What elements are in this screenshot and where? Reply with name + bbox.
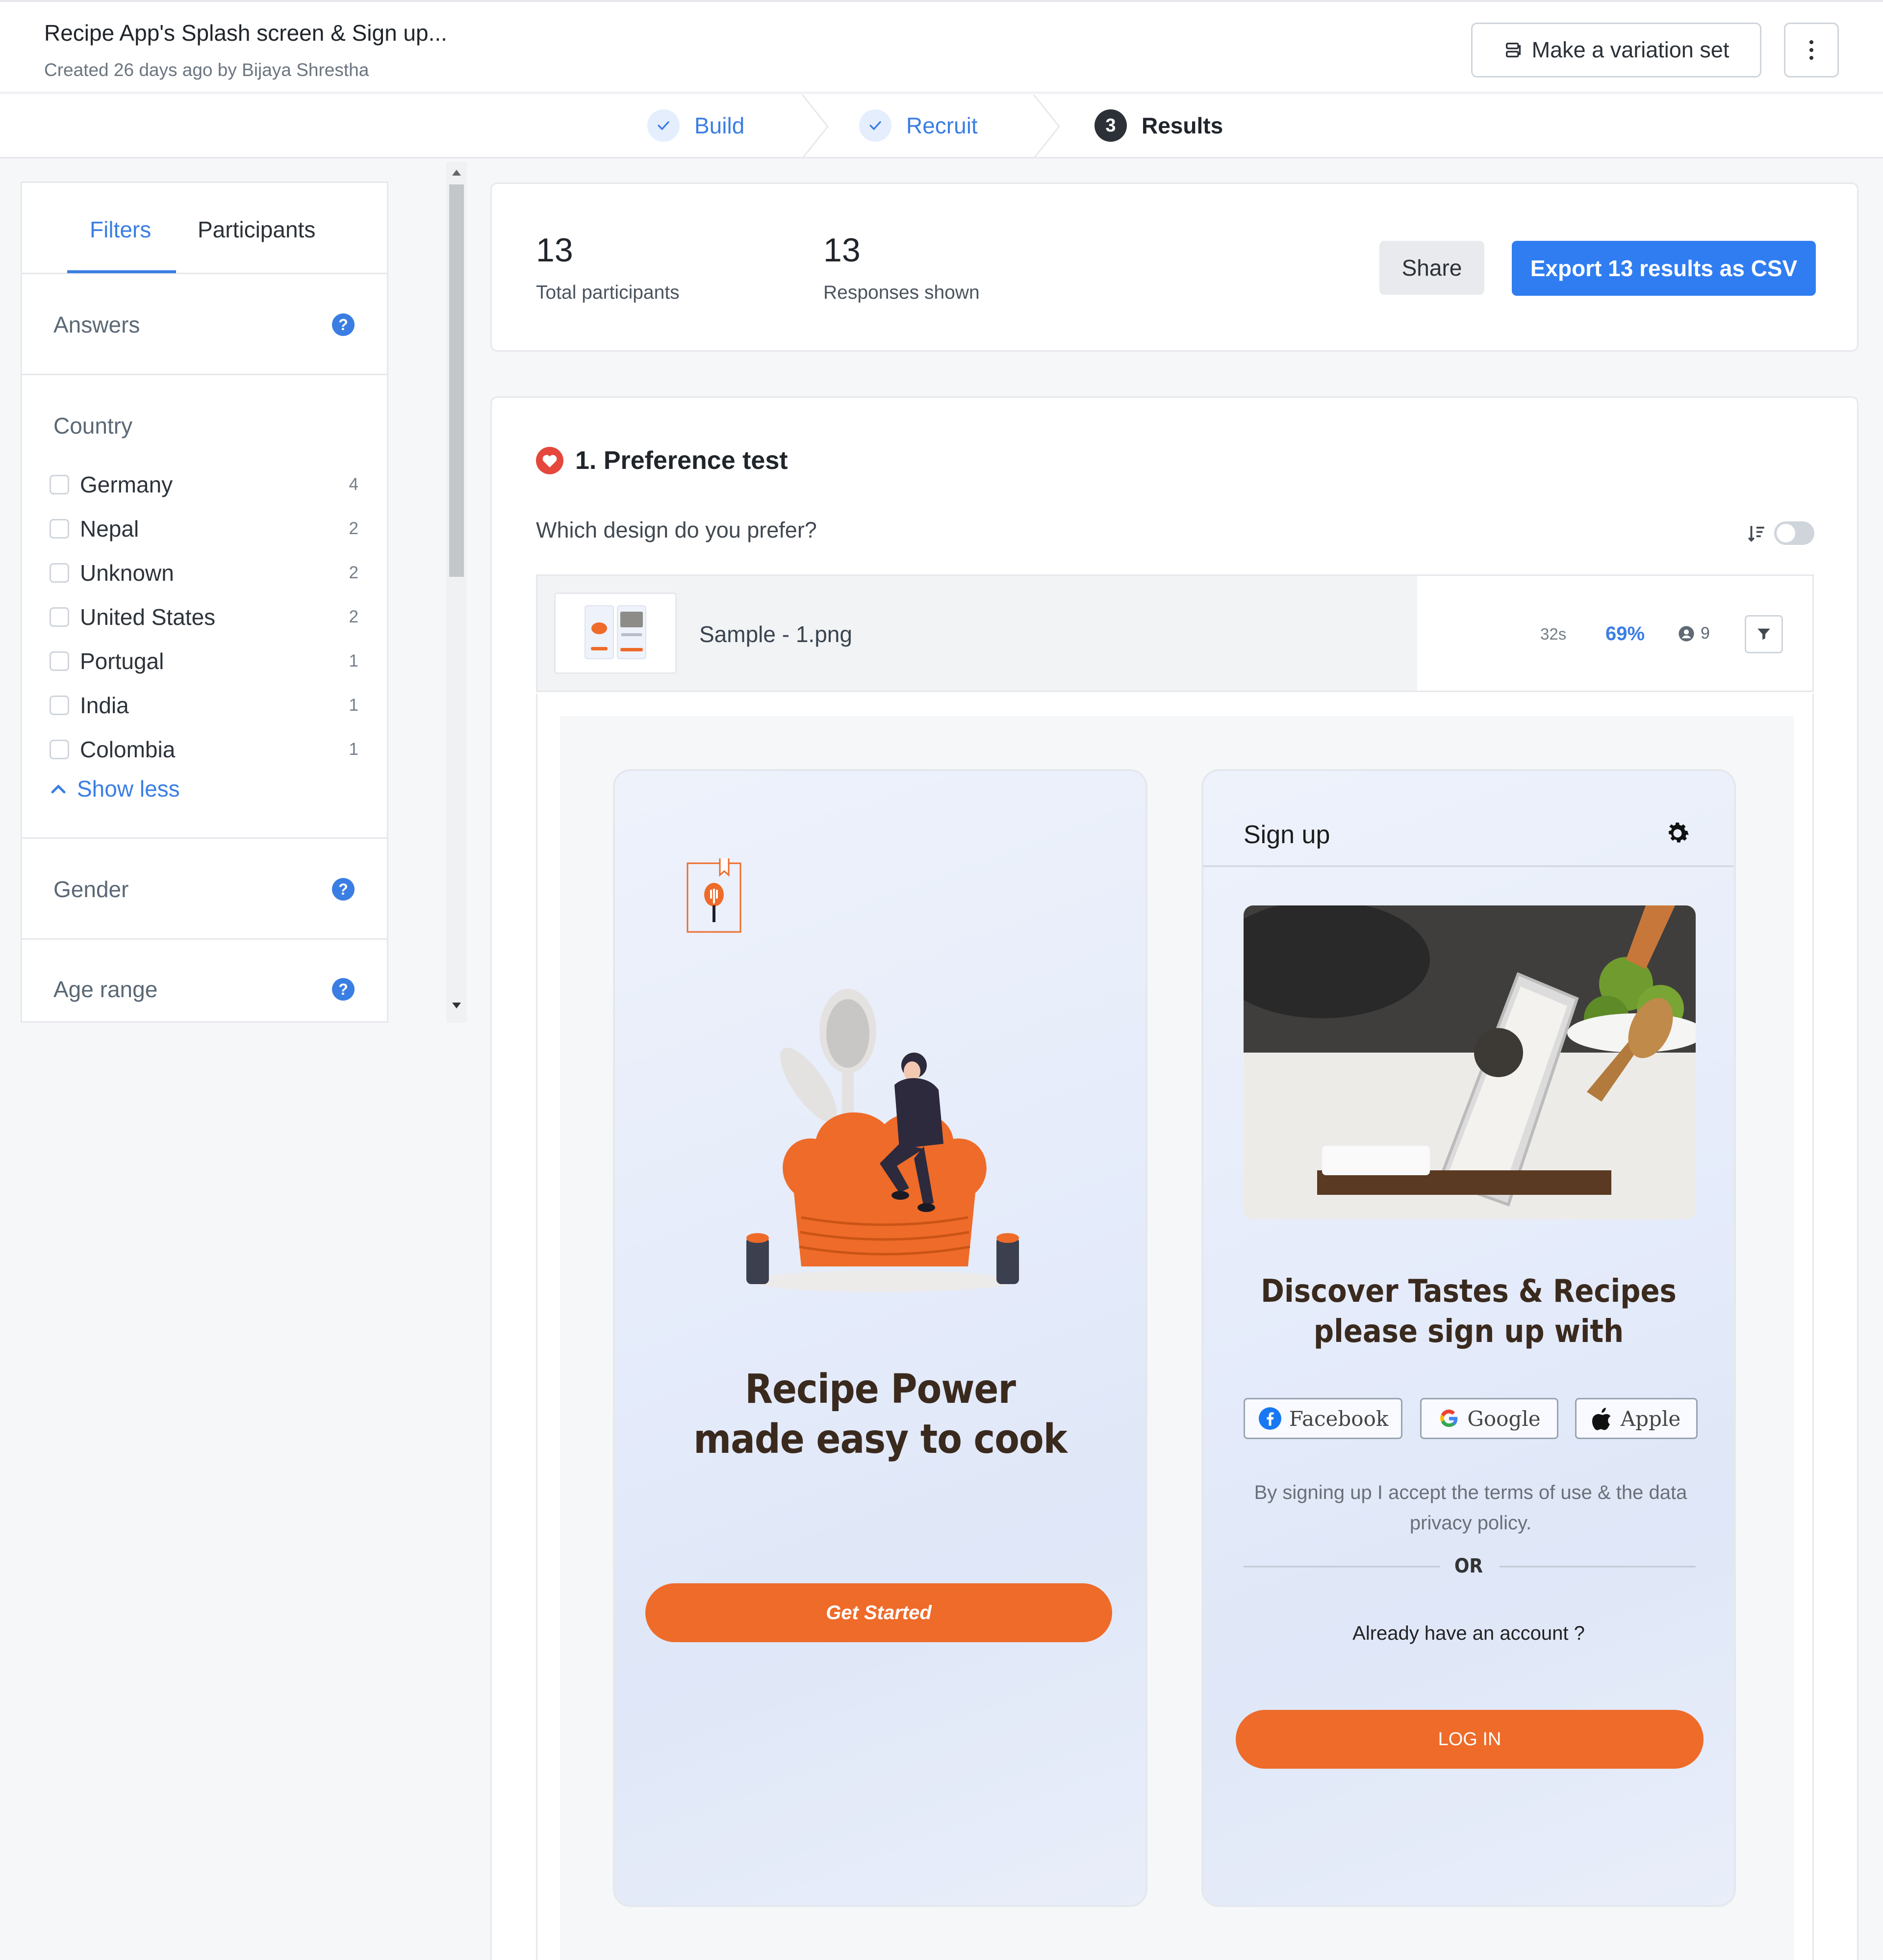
help-icon[interactable]: ? (332, 978, 355, 1001)
option-name: Sample - 1.png (699, 621, 852, 647)
checkbox[interactable] (50, 563, 69, 583)
country-option-germany[interactable]: Germany 4 (50, 467, 363, 502)
tab-filters[interactable]: Filters (90, 216, 151, 243)
variation-set-icon (1505, 43, 1521, 58)
step-separator-icon (1033, 95, 1060, 158)
signup-header-title: Sign up (1244, 821, 1330, 849)
heart-icon (536, 447, 563, 474)
help-icon[interactable]: ? (332, 313, 355, 336)
google-signup-button: Google (1420, 1398, 1558, 1439)
results-summary-card: 13 Total participants 13 Responses shown… (490, 182, 1858, 352)
scrollbar-thumb[interactable] (449, 184, 464, 577)
splash-screen-preview: Recipe Power made easy to cook Get Start… (613, 769, 1147, 1907)
kitchen-tablet-photo (1244, 905, 1696, 1219)
more-options-button[interactable] (1784, 23, 1839, 77)
filter-section-gender[interactable]: Gender ? (22, 839, 387, 940)
option-percentage: 69% (1605, 623, 1645, 645)
option-responses: 9 (1678, 624, 1710, 643)
question-prompt: Which design do you prefer? (536, 517, 817, 542)
step-separator-icon (801, 95, 829, 158)
total-participants-value: 13 (536, 232, 573, 269)
step-build[interactable]: Build (647, 109, 744, 142)
step-results[interactable]: 3 Results (1094, 109, 1223, 142)
or-label: OR (1454, 1555, 1483, 1577)
step-build-label: Build (694, 113, 745, 138)
recipe-logo-icon (687, 858, 741, 933)
login-button: LOG IN (1236, 1710, 1704, 1769)
results-stepper: Build Recruit 3 Results (0, 95, 1883, 158)
chevron-up-icon (51, 784, 66, 794)
checkbox[interactable] (50, 740, 69, 759)
export-csv-button[interactable]: Export 13 results as CSV (1512, 241, 1816, 296)
country-label: Country (53, 413, 133, 438)
checkbox[interactable] (50, 475, 69, 494)
facebook-icon (1258, 1407, 1281, 1430)
checkbox[interactable] (50, 607, 69, 627)
toggle-knob (1777, 524, 1795, 542)
option-result-row[interactable]: Sample - 1.png 32s 69% 9 (536, 574, 1814, 692)
signup-headline: Discover Tastes & Recipes please sign up… (1261, 1273, 1677, 1350)
filter-by-option-button[interactable] (1745, 615, 1783, 653)
gear-icon (1669, 823, 1689, 843)
total-participants-label: Total participants (536, 282, 680, 303)
get-started-button: Get Started (645, 1583, 1112, 1642)
checkbox[interactable] (50, 696, 69, 715)
facebook-signup-button: Facebook (1244, 1398, 1402, 1439)
step-number-badge: 3 (1094, 109, 1127, 142)
filter-section-age-range[interactable]: Age range ? (22, 940, 387, 1018)
user-icon (1679, 625, 1694, 642)
show-less-link[interactable]: Show less (51, 775, 180, 802)
project-title: Recipe App's Splash screen & Sign up... (44, 20, 447, 46)
answers-label: Answers (53, 312, 140, 337)
signup-header: Sign up (1203, 771, 1734, 867)
active-tab-indicator (67, 270, 176, 273)
signup-screen-preview: Sign up Discover Tastes & Recipes please… (1201, 769, 1736, 1907)
scroll-up-arrow-icon[interactable] (452, 169, 461, 176)
tab-participants[interactable]: Participants (198, 216, 315, 243)
kebab-menu-icon (1809, 40, 1813, 60)
country-option-nepal[interactable]: Nepal 2 (50, 512, 363, 546)
filter-panel: Filters Participants Answers ? Country G… (21, 181, 388, 1023)
make-variation-set-button[interactable]: Make a variation set (1471, 23, 1761, 77)
filter-section-country: Country Germany 4 Nepal 2 Unknown 2 United … (22, 375, 387, 839)
scroll-down-arrow-icon[interactable] (452, 1003, 461, 1009)
responses-shown-value: 13 (823, 232, 861, 269)
google-icon (1440, 1409, 1458, 1427)
step-recruit[interactable]: Recruit (859, 109, 978, 142)
country-option-india[interactable]: India 1 (50, 688, 363, 722)
filter-funnel-icon (1757, 628, 1770, 640)
sort-icon[interactable] (1746, 523, 1767, 544)
country-option-portugal[interactable]: Portugal 1 (50, 644, 363, 678)
country-option-united-states[interactable]: United States 2 (50, 600, 363, 634)
variation-set-label: Make a variation set (1531, 37, 1730, 62)
help-icon[interactable]: ? (332, 878, 355, 901)
project-subtitle: Created 26 days ago by Bijaya Shrestha (44, 60, 369, 80)
country-option-unknown[interactable]: Unknown 2 (50, 556, 363, 590)
step-results-label: Results (1142, 113, 1223, 138)
apple-signup-button: Apple (1575, 1398, 1698, 1439)
signup-terms-text: By signing up I accept the terms of use … (1254, 1482, 1687, 1534)
check-icon (859, 109, 891, 142)
chef-hat-illustration (746, 989, 1019, 1292)
filter-tabs: Filters Participants (22, 183, 387, 274)
share-button[interactable]: Share (1379, 241, 1484, 295)
checkbox[interactable] (50, 519, 69, 539)
country-option-colombia[interactable]: Colombia 1 (50, 732, 363, 767)
age-range-label: Age range (53, 977, 158, 1002)
option-thumbnail (554, 593, 677, 674)
apple-icon (1592, 1408, 1611, 1430)
question-title: 1. Preference test (536, 446, 788, 475)
question-title-text: 1. Preference test (575, 446, 788, 475)
splash-headline: Recipe Power made easy to cook (693, 1366, 1067, 1463)
gender-label: Gender (53, 877, 129, 902)
responses-shown-label: Responses shown (823, 282, 980, 303)
check-icon (647, 109, 680, 142)
option-avg-time: 32s (1540, 625, 1567, 643)
already-have-account-text: Already have an account ? (1352, 1623, 1585, 1644)
filter-section-answers[interactable]: Answers ? (22, 274, 387, 375)
checkbox[interactable] (50, 651, 69, 671)
step-recruit-label: Recruit (906, 113, 978, 138)
